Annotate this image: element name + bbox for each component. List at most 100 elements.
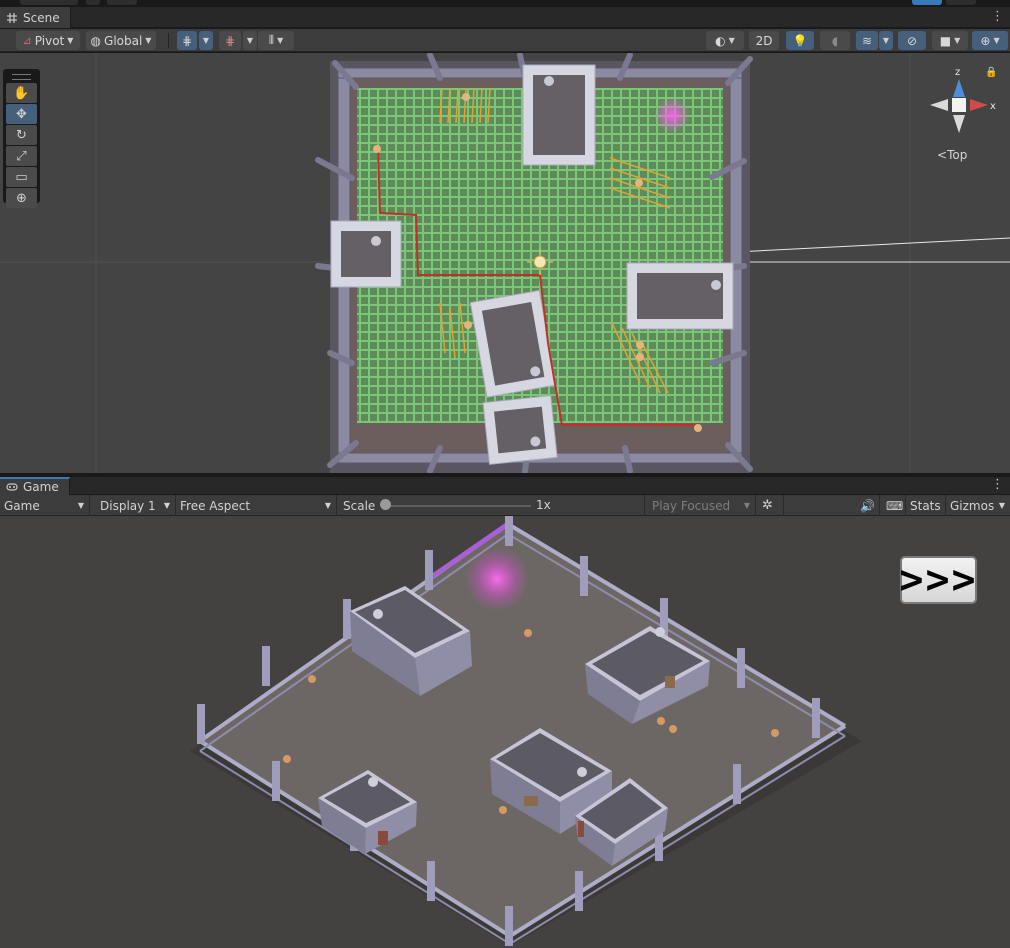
game-viewport[interactable]: >>> (0, 516, 1010, 948)
scene-tools-panel: ✋ ✥ ↻ ⤢ ▭ ⊕ (3, 69, 40, 208)
draw-mode-button[interactable]: ◐ ▼ (706, 31, 744, 50)
panel-grip[interactable] (12, 74, 31, 80)
scene-canvas: z x (0, 53, 1010, 473)
game-tab-bar: Game ⋮ (0, 477, 1010, 495)
stats-button[interactable]: Stats (906, 495, 946, 516)
tab-scene-label: Scene (23, 10, 60, 25)
top-strip-block (946, 0, 976, 5)
snap-increment-dropdown[interactable]: ▼ (243, 31, 257, 50)
grid-snap-icon: ⋕ (181, 33, 193, 48)
effects-toggle[interactable]: ≋ (856, 31, 878, 50)
grid-icon (6, 12, 18, 24)
aspect-dropdown[interactable]: Free Aspect ▼ (176, 495, 337, 516)
top-strip-block (86, 0, 100, 5)
chevron-down-icon: ▼ (993, 36, 1000, 45)
transform-tool[interactable]: ⊕ (6, 188, 37, 208)
scale-slider-handle[interactable] (380, 499, 391, 510)
lighting-toggle[interactable]: 💡 (786, 31, 814, 50)
chevron-left-icon: < (937, 148, 948, 162)
snap-increment-icon: ⋕ (224, 33, 236, 48)
game-render (190, 516, 862, 946)
tab-game[interactable]: Game (0, 477, 70, 495)
global-toggle[interactable]: ◍ Global ▼ (86, 31, 156, 50)
axis-z-label: z (955, 67, 960, 78)
play-mode-label: Play Focused (652, 498, 731, 513)
skip-button[interactable]: >>> (899, 556, 977, 604)
scene-tab-bar: Scene ⋮ (0, 7, 1010, 28)
rect-icon: ▭ (15, 169, 28, 185)
game-toolbar: Game ▼ Display 1 ▼ Free Aspect ▼ Scale 1… (0, 495, 1010, 516)
aspect-label: Free Aspect (180, 498, 251, 513)
chevron-down-icon: ▼ (743, 501, 750, 510)
stats-label: Stats (910, 498, 941, 513)
more-options-icon[interactable]: ⋮ (991, 10, 1004, 24)
toggle-2d-button[interactable]: 2D (749, 31, 779, 50)
gizmos-label: Gizmos (950, 498, 995, 513)
frame-debugger-button[interactable]: ✲ (758, 495, 784, 516)
eye-slash-icon: ⊘ (906, 33, 918, 48)
scene-toolbar: ⊿ Pivot ▼ ◍ Global ▼ ⋕ ▼ ⋕ ▼ ⦀ ▼ ◐ ▼ 2D … (0, 29, 1010, 52)
gamepad-icon (6, 481, 18, 493)
global-label: Global (104, 33, 143, 48)
gizmos-toggle[interactable]: ⊕ ▼ (972, 31, 1008, 50)
chevron-down-icon: ▼ (954, 36, 961, 45)
gizmo-globe-icon: ⊕ (980, 33, 991, 48)
shading-icon: ◐ (715, 33, 726, 48)
chevron-down-icon: ▼ (246, 36, 254, 45)
light-bulb-icon: 💡 (792, 33, 808, 48)
view-select-dropdown[interactable]: Game ▼ (0, 495, 90, 516)
rect-tool[interactable]: ▭ (6, 167, 37, 187)
chevron-down-icon: ▼ (324, 501, 331, 510)
keyboard-shortcuts-button[interactable]: ⌨ (882, 495, 906, 516)
globe-icon: ◍ (90, 33, 102, 48)
effects-dropdown[interactable]: ▼ (879, 31, 893, 50)
view-select-label: Game (4, 498, 40, 513)
chevron-down-icon: ▼ (277, 36, 284, 45)
snap-increment-button[interactable]: ⋕ (219, 31, 241, 50)
gizmos-dropdown[interactable]: Gizmos ▼ (946, 495, 1010, 516)
move-tool[interactable]: ✥ (6, 104, 37, 124)
tab-scene[interactable]: Scene (0, 7, 71, 28)
move-icon: ✥ (16, 106, 27, 122)
gizmo-view-text: Top (947, 148, 968, 162)
toolbar-separator (168, 33, 169, 48)
grid-lines-icon: ⦀ (268, 33, 275, 47)
tab-game-label: Game (23, 480, 59, 494)
speaker-icon: 🔊 (860, 498, 875, 513)
hidden-objects-toggle[interactable]: ⊘ (898, 31, 926, 50)
magic-particle (654, 97, 690, 133)
gizmo-view-label[interactable]: <Top (937, 148, 967, 162)
audio-toggle[interactable]: ◖ (820, 31, 850, 50)
rotate-tool[interactable]: ↻ (6, 125, 37, 145)
pivot-toggle[interactable]: ⊿ Pivot ▼ (16, 31, 80, 50)
top-strip-block (107, 0, 137, 5)
mute-audio-button[interactable]: 🔊 (856, 495, 880, 516)
scale-tool[interactable]: ⤢ (6, 146, 37, 166)
top-strip-block (912, 0, 942, 5)
scene-viewport[interactable]: z x ✋ ✥ ↻ ⤢ ▭ ⊕ 🔒 <Top (0, 53, 1010, 473)
chevron-down-icon: ▼ (145, 36, 152, 45)
play-mode-dropdown[interactable]: Play Focused ▼ (648, 495, 756, 516)
hand-icon: ✋ (13, 85, 30, 101)
more-options-icon[interactable]: ⋮ (991, 478, 1004, 492)
pivot-icon: ⊿ (22, 34, 32, 47)
camera-settings-button[interactable]: ■ ▼ (932, 31, 968, 50)
toggle-2d-label: 2D (755, 33, 773, 48)
grid-snap-dropdown[interactable]: ▼ (199, 31, 213, 50)
scale-value: 1x (536, 498, 551, 512)
scale-slider-track[interactable] (386, 505, 531, 507)
chevron-down-icon: ▼ (67, 36, 74, 45)
layers-icon: ≋ (861, 33, 873, 48)
chevron-down-icon: ▼ (728, 36, 735, 45)
pivot-label: Pivot (34, 33, 65, 48)
grid-snap-button[interactable]: ⋕ (177, 31, 197, 50)
editor-top-strip (0, 0, 1010, 7)
axis-x-label: x (990, 101, 996, 112)
scale-icon: ⤢ (16, 148, 27, 164)
grid-visibility-button[interactable]: ⦀ ▼ (258, 31, 294, 50)
display-dropdown[interactable]: Display 1 ▼ (96, 495, 176, 516)
chevron-down-icon: ▼ (998, 501, 1005, 510)
hand-tool[interactable]: ✋ (6, 83, 37, 103)
lock-icon[interactable]: 🔒 (985, 67, 997, 78)
chevron-down-icon: ▼ (77, 501, 84, 510)
